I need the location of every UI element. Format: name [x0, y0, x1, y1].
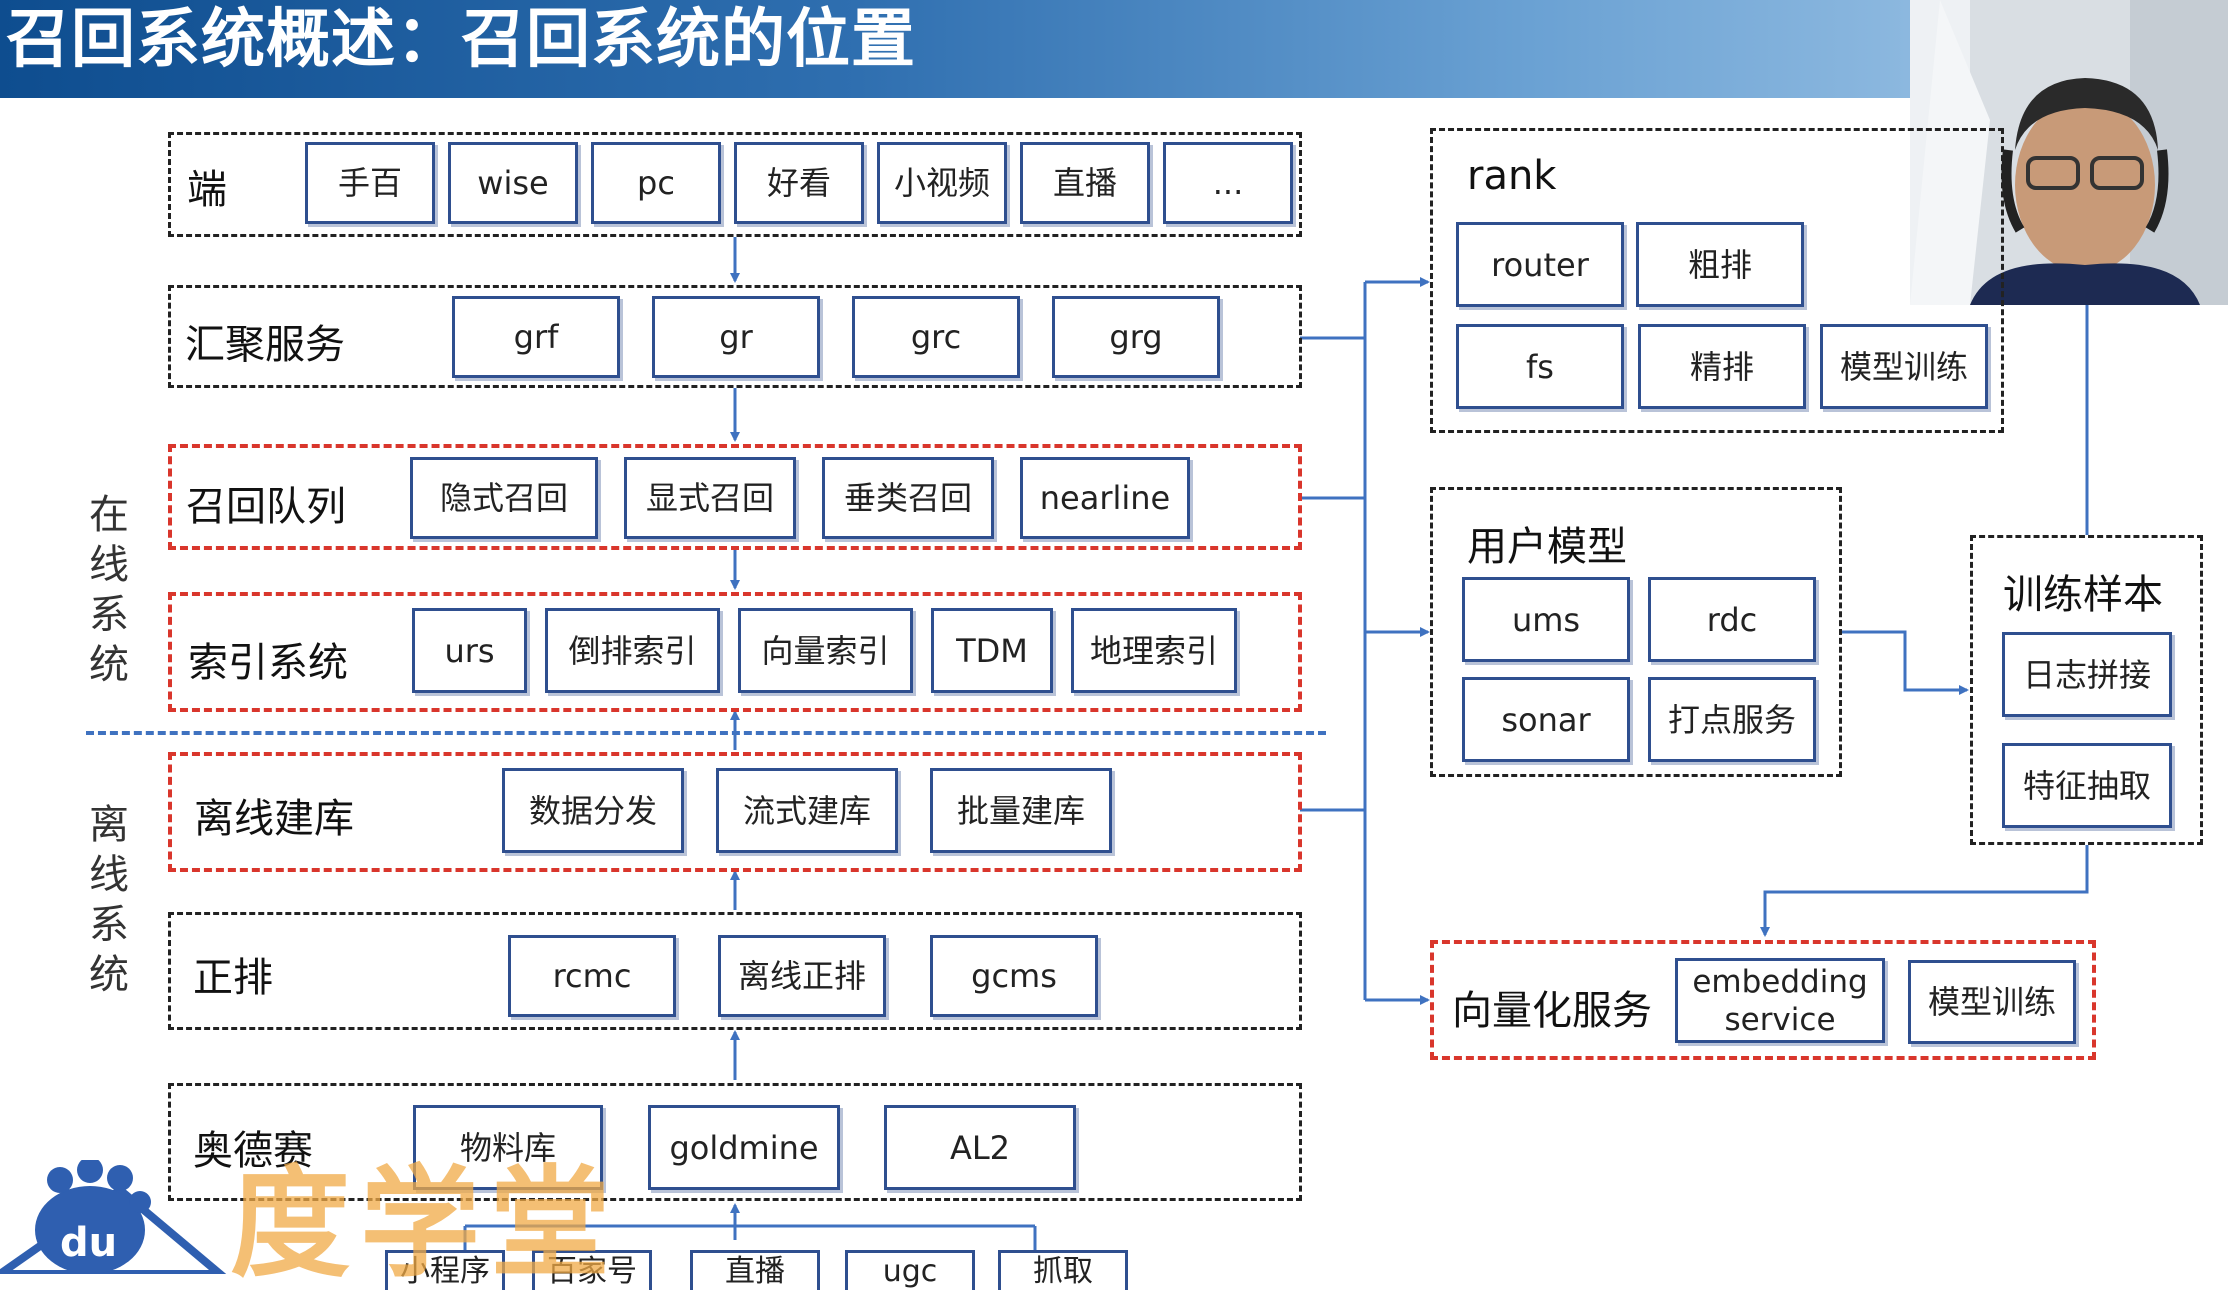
build-data-distribution: 数据分发: [502, 768, 684, 853]
rank-coarse: 粗排: [1636, 222, 1804, 307]
terminal-wise: wise: [448, 142, 578, 224]
user-ums: ums: [1462, 577, 1630, 662]
group-offline-build-label: 离线建库: [194, 796, 354, 842]
user-tracking-service: 打点服务: [1648, 677, 1816, 762]
group-recall-label: 召回队列: [186, 484, 346, 530]
terminal-pc: pc: [591, 142, 721, 224]
index-inverted: 倒排索引: [545, 608, 720, 693]
recall-explicit: 显式召回: [624, 457, 796, 539]
watermark-text: 度学堂: [230, 1155, 620, 1294]
index-tdm: TDM: [931, 608, 1053, 693]
build-batch: 批量建库: [930, 768, 1112, 853]
group-index-label: 索引系统: [188, 640, 348, 686]
recall-vertical: 垂类召回: [822, 457, 994, 539]
build-streaming: 流式建库: [716, 768, 898, 853]
terminal-live: 直播: [1020, 142, 1150, 224]
group-terminals-label: 端: [187, 167, 227, 213]
vector-model-training: 模型训练: [1908, 960, 2076, 1044]
sample-feature-extract: 特征抽取: [2002, 743, 2172, 828]
rank-fs: fs: [1456, 324, 1624, 409]
user-sonar: sonar: [1462, 677, 1630, 762]
service-gr: gr: [652, 296, 820, 378]
vector-embedding-service: embedding service: [1675, 958, 1885, 1043]
terminal-haokan: 好看: [734, 142, 864, 224]
rank-model-training: 模型训练: [1820, 324, 1988, 409]
service-grg: grg: [1052, 296, 1220, 378]
terminal-short-video: 小视频: [877, 142, 1007, 224]
source-ugc: ugc: [845, 1250, 975, 1290]
group-vectorization-label: 向量化服务: [1452, 988, 1652, 1034]
source-live: 直播: [690, 1250, 820, 1290]
recall-implicit: 隐式召回: [410, 457, 598, 539]
recall-nearline: nearline: [1020, 457, 1190, 539]
terminal-shoubai: 手百: [305, 142, 435, 224]
index-geo: 地理索引: [1071, 608, 1237, 693]
odyssey-goldmine: goldmine: [648, 1105, 840, 1190]
user-rdc: rdc: [1648, 577, 1816, 662]
sample-log-join: 日志拼接: [2002, 632, 2172, 717]
group-rank-label: rank: [1467, 153, 1557, 199]
group-aggregation-label: 汇聚服务: [185, 322, 345, 368]
forward-offline: 离线正排: [718, 935, 886, 1017]
rank-router: router: [1456, 222, 1624, 307]
logo-text: du: [60, 1220, 117, 1266]
index-urs: urs: [412, 608, 527, 693]
forward-rcmc: rcmc: [508, 935, 676, 1017]
source-crawl: 抓取: [998, 1250, 1128, 1290]
rank-fine: 精排: [1638, 324, 1806, 409]
terminal-more: ...: [1163, 142, 1293, 224]
group-user-model-label: 用户模型: [1467, 524, 1627, 570]
odyssey-al2: AL2: [884, 1105, 1076, 1190]
group-training-label: 训练样本: [2003, 572, 2163, 618]
index-vector: 向量索引: [738, 608, 913, 693]
service-grc: grc: [852, 296, 1020, 378]
forward-gcms: gcms: [930, 935, 1098, 1017]
service-grf: grf: [452, 296, 620, 378]
group-forward-label: 正排: [193, 955, 273, 1001]
